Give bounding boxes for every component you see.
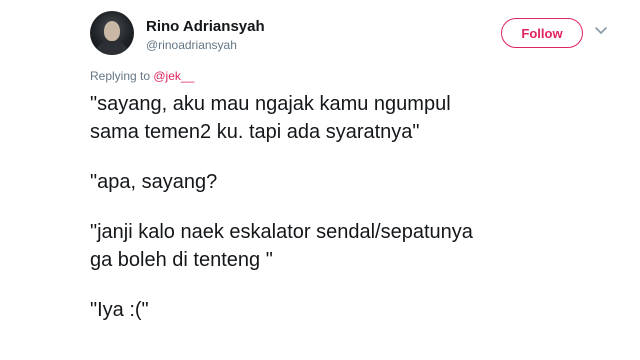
- tweet-text: "sayang, aku mau ngajak kamu ngumpul sam…: [90, 90, 630, 324]
- replying-mention-link[interactable]: @jek__: [153, 69, 194, 83]
- avatar[interactable]: [90, 11, 134, 55]
- replying-prefix: Replying to: [90, 69, 154, 83]
- avatar-face-shape: [104, 21, 120, 41]
- tweet-line: ga boleh di tenteng ": [90, 249, 273, 271]
- tweet-line: "sayang, aku mau ngajak kamu ngumpul: [90, 93, 451, 115]
- author-name[interactable]: Rino Adriansyah: [146, 18, 265, 35]
- tweet-line: "apa, sayang?: [90, 171, 218, 193]
- author-handle[interactable]: @rinoadriansyah: [146, 38, 237, 52]
- tweet-card: Rino Adriansyah @rinoadriansyah Follow R…: [0, 0, 640, 360]
- avatar-body-shape: [96, 41, 128, 55]
- follow-button[interactable]: Follow: [501, 18, 583, 48]
- chevron-down-icon[interactable]: [592, 22, 610, 40]
- tweet-line: "janji kalo naek eskalator sendal/sepatu…: [90, 221, 473, 243]
- replying-to: Replying to @jek__: [90, 69, 194, 83]
- tweet-line: "Iya :(": [90, 299, 149, 321]
- tweet-line: sama temen2 ku. tapi ada syaratnya": [90, 121, 420, 143]
- tweet-header: Rino Adriansyah @rinoadriansyah Follow: [90, 8, 610, 56]
